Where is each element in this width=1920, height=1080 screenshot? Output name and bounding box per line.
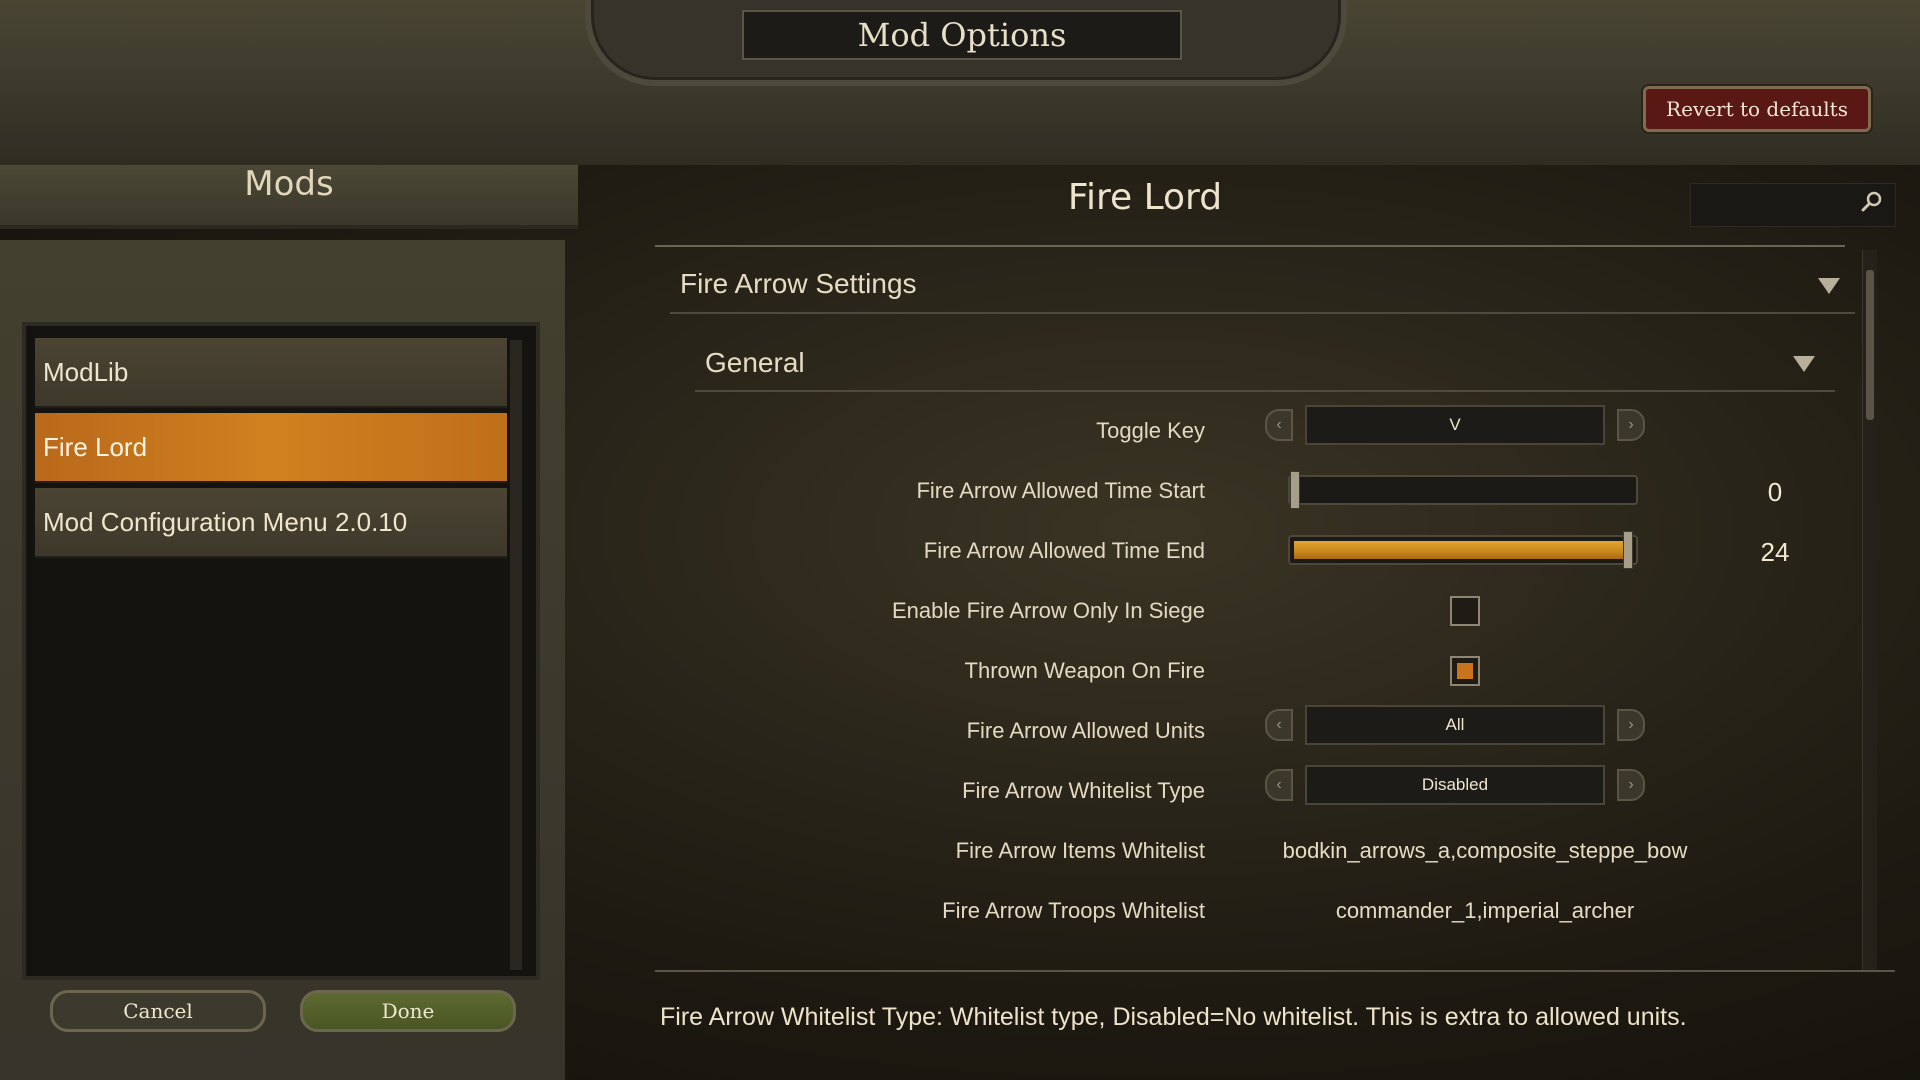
chevron-down-icon[interactable] xyxy=(1793,356,1815,372)
allowed-units-value[interactable]: All xyxy=(1305,705,1605,745)
items-whitelist-field[interactable]: bodkin_arrows_a,composite_steppe_bow xyxy=(1245,838,1725,864)
time-start-slider[interactable] xyxy=(1288,471,1638,509)
slider-handle[interactable] xyxy=(1623,531,1633,569)
toggle-key-label: Toggle Key xyxy=(1096,418,1205,443)
mod-item-modlib[interactable]: ModLib xyxy=(35,338,507,408)
chevron-left-icon[interactable]: ‹ xyxy=(1265,709,1293,741)
window-title: Mod Options xyxy=(857,16,1067,54)
mod-item-label: Mod Configuration Menu 2.0.10 xyxy=(43,506,408,537)
thrown-on-fire-label: Thrown Weapon On Fire xyxy=(964,658,1205,683)
time-start-label: Fire Arrow Allowed Time Start xyxy=(916,478,1205,503)
search-icon[interactable] xyxy=(1860,190,1884,214)
whitelist-type-label: Fire Arrow Whitelist Type xyxy=(962,778,1205,803)
thrown-on-fire-checkbox[interactable] xyxy=(1450,656,1480,686)
scrollbar-thumb[interactable] xyxy=(1866,270,1874,420)
settings-scrollbar[interactable] xyxy=(1862,250,1877,970)
panel-title: Fire Lord xyxy=(1067,177,1223,218)
time-end-label: Fire Arrow Allowed Time End xyxy=(923,538,1205,563)
group-divider xyxy=(670,312,1855,314)
subgroup-divider xyxy=(695,390,1835,392)
mod-item-label: Fire Lord xyxy=(43,431,148,462)
title-plate: Mod Options xyxy=(742,10,1182,60)
chevron-left-icon[interactable]: ‹ xyxy=(1265,769,1293,801)
panel-divider xyxy=(655,245,1845,247)
done-button[interactable]: Done xyxy=(300,990,516,1032)
description-divider xyxy=(655,970,1895,972)
setting-description: Fire Arrow Whitelist Type: Whitelist typ… xyxy=(660,1003,1687,1031)
chevron-right-icon[interactable]: › xyxy=(1617,769,1645,801)
slider-handle[interactable] xyxy=(1290,471,1300,509)
siege-only-label: Enable Fire Arrow Only In Siege xyxy=(891,598,1205,623)
mods-title: Mods xyxy=(244,164,334,204)
allowed-units-label: Fire Arrow Allowed Units xyxy=(966,718,1205,743)
whitelist-type-selector: ‹ Disabled › xyxy=(1265,765,1645,805)
chevron-down-icon[interactable] xyxy=(1818,278,1840,294)
toggle-key-value[interactable]: V xyxy=(1305,405,1605,445)
chevron-right-icon[interactable]: › xyxy=(1617,409,1645,441)
group-title[interactable]: Fire Arrow Settings xyxy=(680,268,917,300)
chevron-left-icon[interactable]: ‹ xyxy=(1265,409,1293,441)
chevron-right-icon[interactable]: › xyxy=(1617,709,1645,741)
troops-whitelist-label: Fire Arrow Troops Whitelist xyxy=(942,898,1205,923)
troops-whitelist-field[interactable]: commander_1,imperial_archer xyxy=(1245,898,1725,924)
time-start-value: 0 xyxy=(1767,477,1783,507)
cancel-button[interactable]: Cancel xyxy=(50,990,266,1032)
toggle-key-selector: ‹ V › xyxy=(1265,405,1645,445)
mod-item-label: ModLib xyxy=(43,356,129,387)
mods-list-scrollbar[interactable] xyxy=(510,340,522,970)
revert-to-defaults-button[interactable]: Revert to defaults xyxy=(1643,86,1871,132)
whitelist-type-value[interactable]: Disabled xyxy=(1305,765,1605,805)
slider-fill xyxy=(1294,541,1626,559)
subgroup-title[interactable]: General xyxy=(705,347,805,379)
items-whitelist-label: Fire Arrow Items Whitelist xyxy=(955,838,1205,863)
time-end-slider[interactable] xyxy=(1288,531,1638,569)
allowed-units-selector: ‹ All › xyxy=(1265,705,1645,745)
mod-item-mod-configuration-menu[interactable]: Mod Configuration Menu 2.0.10 xyxy=(35,488,507,558)
time-end-value: 24 xyxy=(1760,537,1790,567)
mod-item-fire-lord[interactable]: Fire Lord xyxy=(35,413,507,483)
siege-only-checkbox[interactable] xyxy=(1450,596,1480,626)
